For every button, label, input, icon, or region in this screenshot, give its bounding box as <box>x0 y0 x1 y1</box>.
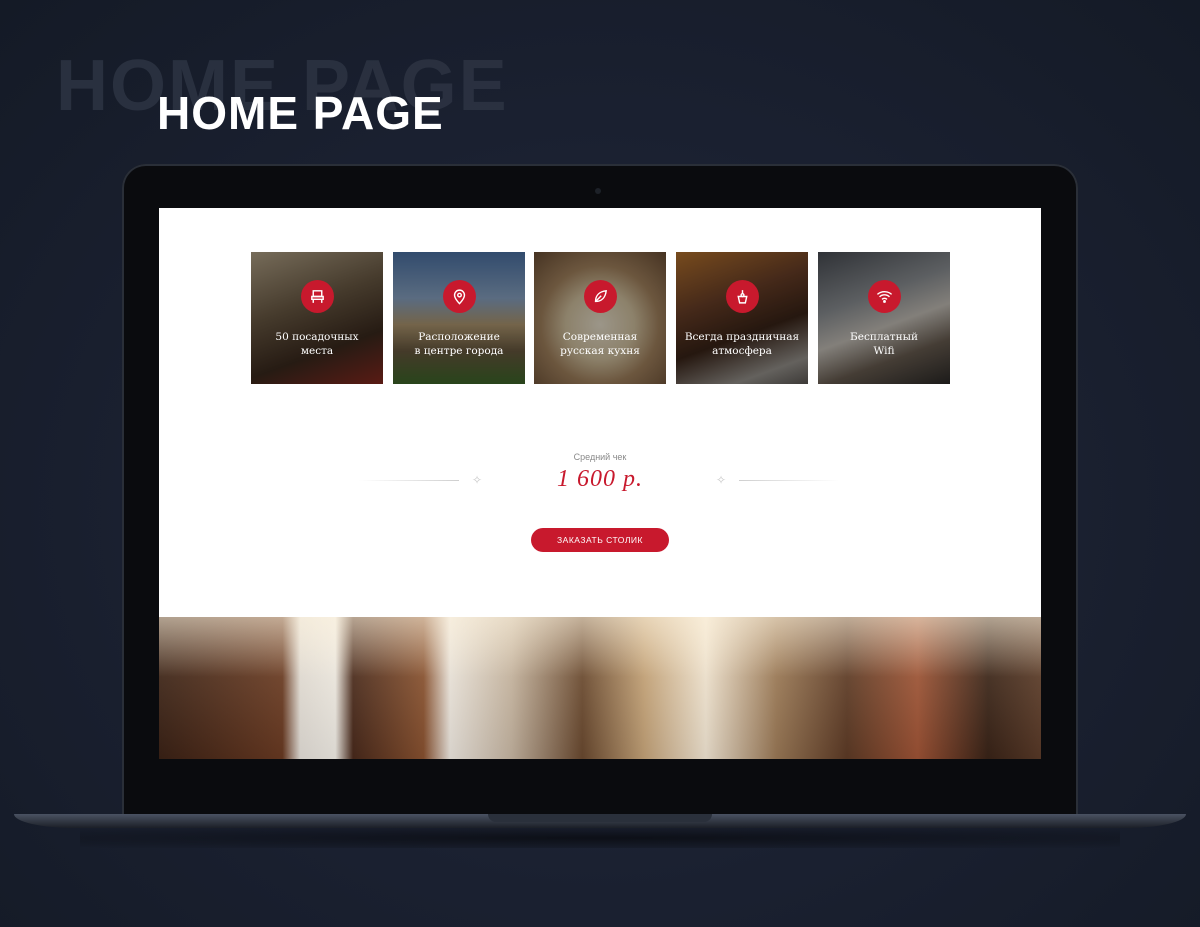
average-check-value: 1 600 р. <box>557 466 643 492</box>
image-overlay <box>676 252 808 384</box>
feature-label: Всегда праздничная атмосфера <box>684 331 800 357</box>
average-check-label: Средний чек <box>573 452 627 462</box>
feature-label: Современная русская кухня <box>560 331 640 357</box>
feature-label: Расположение в центре города <box>414 331 504 357</box>
wifi-icon <box>868 280 901 313</box>
feature-tile-location[interactable]: Расположение в центре города <box>393 252 525 384</box>
laptop-shadow <box>80 828 1120 848</box>
page-title: HOME PAGE <box>157 87 444 139</box>
location-pin-icon <box>443 280 476 313</box>
laptop-notch <box>488 814 712 822</box>
champagne-bucket-icon <box>726 280 759 313</box>
image-overlay <box>251 252 383 384</box>
image-overlay <box>534 252 666 384</box>
feature-tile-atmosphere[interactable]: Всегда праздничная атмосфера <box>676 252 808 384</box>
image-overlay <box>818 252 950 384</box>
sparkle-icon: ✧ <box>716 473 727 487</box>
image-overlay <box>393 252 525 384</box>
website-screen: 50 посадочных места Расположение в центр… <box>159 208 1041 759</box>
book-table-button[interactable]: ЗАКАЗАТЬ СТОЛИК <box>531 528 669 552</box>
feature-tile-seats[interactable]: 50 посадочных места <box>251 252 383 384</box>
camera-icon <box>595 188 601 194</box>
divider-right <box>739 480 839 481</box>
feature-label: 50 посадочных места <box>275 331 359 357</box>
chair-icon <box>301 280 334 313</box>
feature-tile-wifi[interactable]: Бесплатный Wifi <box>818 252 950 384</box>
leaf-icon <box>584 280 617 313</box>
feature-label: Бесплатный Wifi <box>850 331 918 357</box>
interior-ceiling-light <box>159 617 1041 677</box>
feature-tile-cuisine[interactable]: Современная русская кухня <box>534 252 666 384</box>
